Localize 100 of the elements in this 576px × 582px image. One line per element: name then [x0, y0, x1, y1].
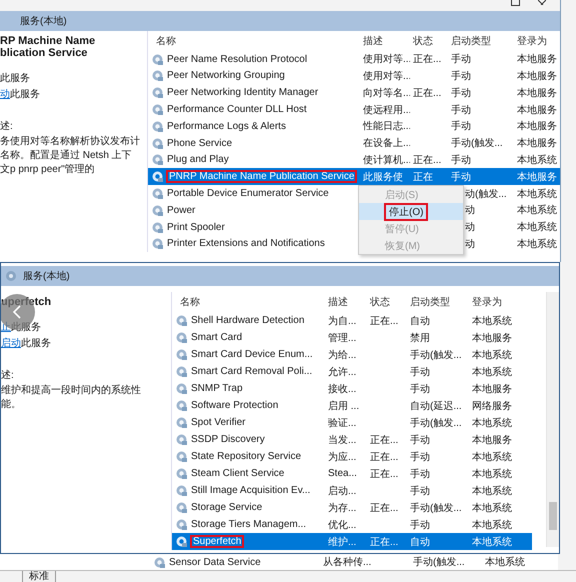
service-name[interactable]: Smart Card Removal Poli...	[191, 366, 312, 377]
table-cell: 手动(触发...	[413, 557, 465, 568]
service-name[interactable]: Smart Card Device Enum...	[191, 349, 313, 360]
service-name[interactable]: Plug and Play	[167, 154, 229, 166]
gear-icon	[151, 103, 164, 116]
service-name[interactable]: Software Protection	[191, 400, 278, 411]
panel-header: 服务(本地)	[23, 270, 70, 283]
service-description: 维护和提高一段时间内的系统性能。	[1, 384, 141, 412]
gear-icon	[151, 86, 164, 100]
table-cell: 正在...	[370, 452, 398, 462]
table-cell: 本地服务	[517, 172, 557, 183]
table-cell: 维护...	[328, 536, 356, 548]
table-cell: 本地服务	[472, 332, 512, 344]
table-cell: 手动	[451, 104, 471, 116]
table-cell: 手动	[410, 366, 430, 378]
table-cell: 正在...	[370, 468, 398, 480]
table-cell: 本地系统	[472, 452, 512, 462]
service-name: Sensor Data Service	[169, 556, 261, 568]
table-cell: 手动	[410, 520, 430, 530]
column-header[interactable]: 启动类型	[451, 36, 491, 47]
table-cell: 本地系统	[472, 468, 512, 480]
service-name[interactable]: Power	[167, 204, 196, 216]
service-name[interactable]: Print Spooler	[167, 222, 225, 233]
gear-icon	[175, 518, 188, 531]
scrollbar[interactable]	[546, 292, 559, 547]
table-cell: 从各种传...	[323, 557, 372, 568]
table-cell: Stea...	[328, 468, 357, 479]
table-cell: 自动	[410, 316, 430, 326]
service-name[interactable]: Phone Service	[167, 138, 232, 149]
table-cell: 正在...	[370, 434, 398, 446]
service-name[interactable]: Performance Logs & Alerts	[167, 120, 286, 132]
maximize-icon[interactable]	[511, 0, 520, 6]
service-action-text: 动此服务	[0, 88, 41, 101]
table-cell: 正在...	[413, 154, 442, 166]
table-cell: 本地服务	[472, 434, 512, 446]
table-cell: 自动(延迟...	[410, 400, 462, 412]
column-header[interactable]: 名称	[180, 297, 200, 308]
table-cell: 优化...	[328, 520, 356, 530]
action-link[interactable]: 止	[1, 322, 11, 333]
service-name[interactable]: Storage Service	[191, 502, 262, 513]
service-name[interactable]: Peer Name Resolution Protocol	[167, 54, 308, 65]
column-header[interactable]: 状态	[370, 297, 390, 308]
service-name[interactable]: Peer Networking Grouping	[167, 70, 285, 82]
menu-item-label: 停止(O)	[385, 204, 428, 220]
gear-icon	[175, 433, 188, 446]
view-tab[interactable]: 标准	[22, 571, 56, 582]
column-header[interactable]: 描述	[328, 297, 348, 308]
gear-icon	[151, 153, 164, 166]
service-name[interactable]: Printer Extensions and Notifications	[167, 238, 325, 250]
column-header[interactable]: 描述	[363, 36, 383, 47]
table-cell: 使用对等...	[363, 70, 410, 82]
service-name[interactable]: SSDP Discovery	[191, 434, 265, 445]
service-name[interactable]: Smart Card	[191, 332, 242, 343]
service-name[interactable]: PNRP Machine Name Publication Service	[167, 171, 356, 182]
close-icon[interactable]	[538, 0, 546, 5]
gear-icon	[151, 204, 164, 217]
service-name[interactable]: Storage Tiers Managem...	[191, 519, 306, 530]
table-cell: 手动	[410, 434, 430, 446]
gear-icon	[5, 270, 17, 282]
service-name[interactable]: Superfetch	[191, 536, 244, 547]
menu-item[interactable]: 停止(O)	[359, 203, 463, 220]
column-header[interactable]: 登录为	[517, 36, 547, 47]
action-link[interactable]: 动	[0, 89, 10, 100]
table-cell: 动	[465, 238, 475, 250]
gear-icon	[151, 69, 164, 82]
table-cell: 正在...	[370, 316, 398, 326]
column-header[interactable]: 启动类型	[410, 297, 450, 308]
column-header[interactable]: 名称	[156, 36, 176, 47]
service-name[interactable]: Still Image Acquisition Ev...	[191, 485, 310, 496]
gear-icon	[175, 348, 188, 361]
gear-icon	[175, 416, 188, 429]
gear-icon	[175, 365, 188, 378]
service-action-text: 启动此服务	[1, 336, 52, 350]
service-name[interactable]: Peer Networking Identity Manager	[167, 87, 318, 98]
gear-icon	[151, 237, 164, 250]
table-cell: 手动(触发...	[451, 138, 503, 150]
action-link[interactable]: 启动	[1, 338, 21, 349]
table-cell: 管理...	[328, 332, 356, 344]
table-cell: 启用 ...	[328, 400, 360, 412]
service-name[interactable]: Steam Client Service	[191, 468, 284, 479]
service-name[interactable]: Shell Hardware Detection	[191, 315, 304, 326]
column-header[interactable]: 状态	[413, 36, 433, 47]
table-cell: 本地系统	[517, 238, 557, 250]
service-name[interactable]: SNMP Trap	[191, 383, 242, 394]
description-label: 述:	[1, 368, 15, 382]
service-name[interactable]: Spot Verifier	[191, 417, 246, 428]
column-header[interactable]: 登录为	[472, 297, 502, 308]
table-cell: 手动(触发...	[410, 502, 462, 514]
gear-icon	[151, 220, 164, 234]
table-cell: 允许...	[328, 366, 356, 378]
service-name[interactable]: State Repository Service	[191, 451, 302, 462]
table-cell: 手动	[451, 88, 471, 99]
service-name[interactable]: Portable Device Enumerator Service	[167, 188, 329, 200]
table-cell: 使计算机...	[363, 154, 410, 166]
table-cell: 本地系统	[472, 486, 512, 496]
table-cell: 手动	[451, 121, 471, 132]
table-cell: 手动	[451, 70, 471, 82]
table-cell: 本地服务	[517, 138, 557, 150]
service-name[interactable]: Performance Counter DLL Host	[167, 104, 307, 116]
table-cell: 本地系统	[472, 536, 512, 548]
